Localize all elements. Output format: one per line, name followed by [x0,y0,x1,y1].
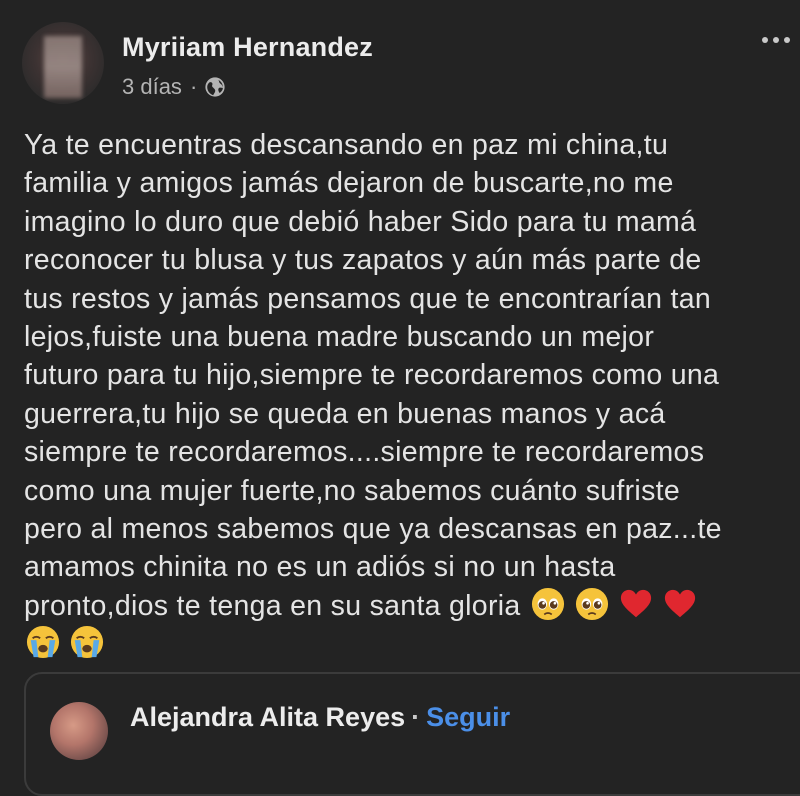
author-avatar[interactable] [22,22,104,104]
post-text-line: futuro para tu hijo,siempre te recordare… [24,359,720,392]
follow-button[interactable]: Seguir [426,702,510,732]
post-timestamp[interactable]: 3 días [122,74,182,100]
shared-post-card[interactable]: Alejandra Alita Reyes · Seguir [24,672,800,796]
post-text-line: imagino lo duro que debió haber Sido par… [24,205,697,238]
post-text-line: tus restos y jamás pensamos que te encon… [24,282,711,315]
post-text-line: reconocer tu blusa y tus zapatos y aún m… [24,244,702,277]
red-heart-emoji [665,589,696,618]
post-text-line: como una mujer fuerte,no sabemos cuánto … [24,474,680,507]
post-text-line: amamos chinita no es un adiós si no un h… [24,551,616,584]
post-text-fragment: pronto,dios te tenga en su santa gloria [24,589,521,622]
pleading-face-emoji [531,587,564,620]
post-text: Ya te encuentras descansando en paz mi c… [24,126,800,664]
emoji-line [24,625,800,663]
post-text-line: Ya te encuentras descansando en paz mi c… [24,129,669,161]
shared-author-header: Alejandra Alita Reyes · Seguir [130,702,510,733]
globe-icon[interactable] [204,76,226,98]
post-text-line: siempre te recordaremos....siempre te re… [24,436,705,469]
dot-3 [784,37,790,43]
post-text-line: familia y amigos jamás dejaron de buscar… [24,167,674,200]
avatar-blurred-photo [44,36,82,98]
post-text-line-with-emoji: pronto,dios te tenga en su santa gloria [24,587,800,625]
shared-author-avatar[interactable] [50,702,108,760]
post-text-line: pero al menos sabemos que ya descansas e… [24,513,722,546]
post-text-line: guerrera,tu hijo se queda en buenas mano… [24,397,666,430]
dot-2 [773,37,779,43]
more-options-icon[interactable] [758,30,794,50]
dot-1 [762,37,768,43]
shared-separator: · [411,702,421,732]
pleading-face-emoji [575,587,609,620]
post-meta: 3 días · [122,74,226,100]
post-text-line: lejos,fuiste una buena madre buscando un… [24,321,655,354]
loudly-crying-face-emoji [26,626,60,659]
facebook-post: Myriiam Hernandez 3 días · Ya te encuent… [0,0,800,796]
loudly-crying-face-emoji [71,626,104,659]
shared-author-name[interactable]: Alejandra Alita Reyes [130,702,405,732]
meta-separator: · [189,74,198,99]
author-name[interactable]: Myriiam Hernandez [122,32,373,63]
red-heart-emoji [621,589,652,618]
